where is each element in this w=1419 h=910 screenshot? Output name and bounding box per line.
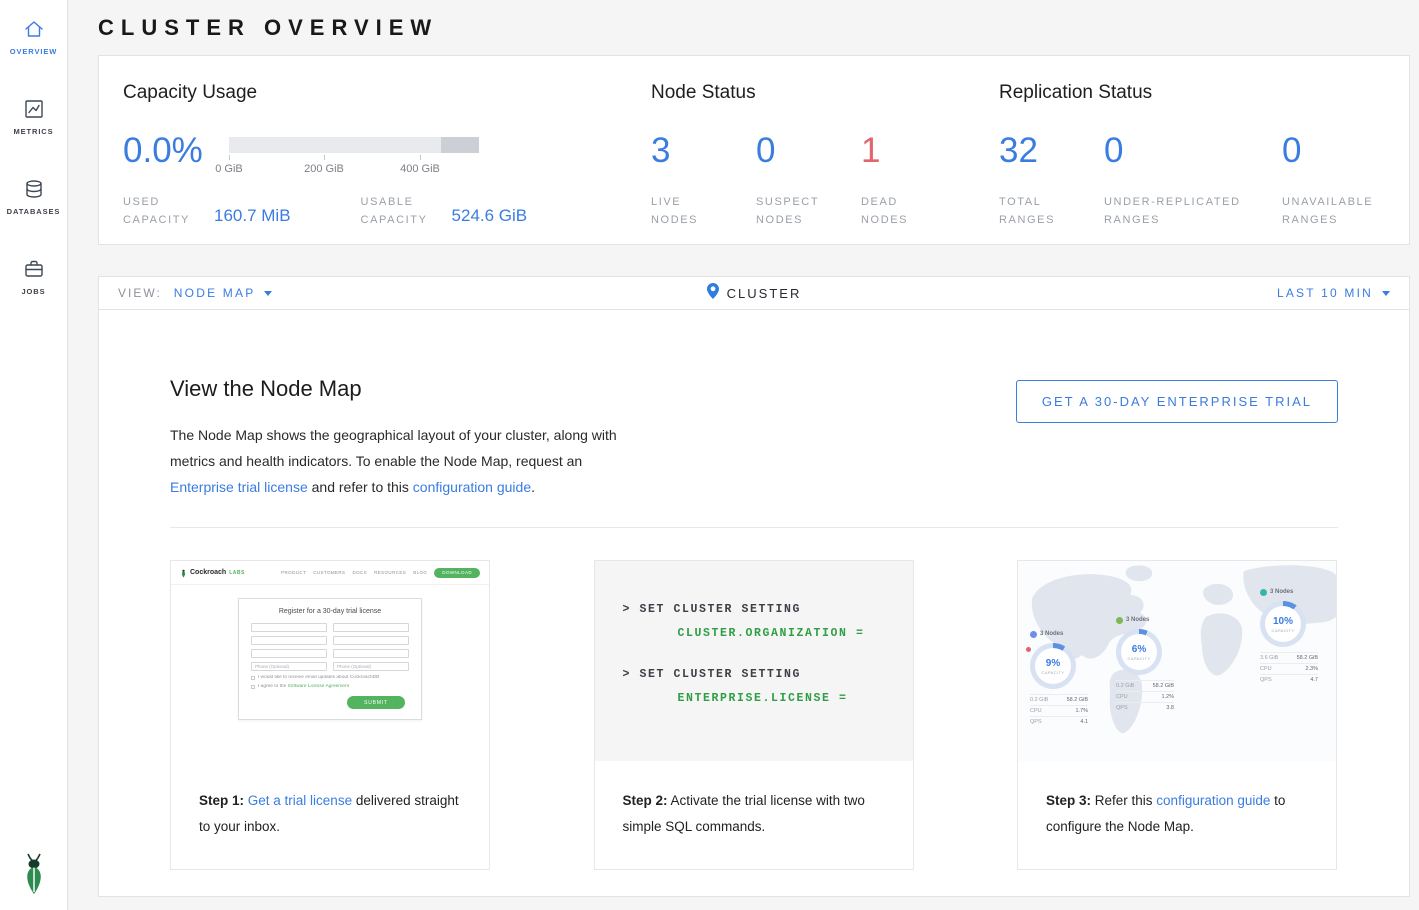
capacity-bar-track xyxy=(229,137,479,153)
used-capacity-label: USED CAPACITY xyxy=(123,196,190,226)
map-node-east: 3 Nodes 10%CAPACITY 3.6 GiB58.2 GiB CPU2… xyxy=(1260,589,1318,685)
section-title: Node Status xyxy=(651,82,966,104)
sidebar-item-label: DATABASES xyxy=(7,207,61,216)
node-stats: 0.2 GiB58.2 GiB CPU1.2% QPS3.8 xyxy=(1116,680,1174,713)
capacity-used-percent: 0.0% xyxy=(123,134,229,180)
capacity-bar-segment xyxy=(441,137,479,153)
node-stats: 3.6 GiB58.2 GiB CPU2.3% QPS4.7 xyxy=(1260,652,1318,685)
view-label: VIEW: xyxy=(118,286,162,300)
capacity-donut: 9%CAPACITY xyxy=(1030,643,1076,689)
map-node-central: 3 Nodes 6%CAPACITY 0.2 GiB58.2 GiB CPU1.… xyxy=(1116,617,1174,713)
metrics-icon xyxy=(23,98,45,120)
sql-prompt: > SET CLUSTER SETTING xyxy=(623,603,913,616)
dead-nodes-stat: 1 DEADNODES xyxy=(861,134,966,226)
node-dot xyxy=(1260,589,1267,596)
node-stats: 0.2 GiB58.2 GiB CPU1.7% QPS4.1 xyxy=(1030,694,1088,727)
node-dot xyxy=(1030,631,1037,638)
view-selector[interactable]: VIEW: NODE MAP xyxy=(118,286,272,300)
chevron-down-icon xyxy=(1382,291,1390,296)
sidebar-item-metrics[interactable]: METRICS xyxy=(0,77,67,157)
capacity-donut: 10%CAPACITY xyxy=(1260,601,1306,647)
tick-label: 0 GiB xyxy=(215,163,243,175)
map-node-west: 3 Nodes 9%CAPACITY 0.2 GiB58.2 GiB CPU1.… xyxy=(1030,631,1088,727)
screenshot-register-form: Register for a 30-day trial license Phon… xyxy=(238,598,422,720)
home-icon xyxy=(23,18,45,40)
step-3-card: 3 Nodes 9%CAPACITY 0.2 GiB58.2 GiB CPU1.… xyxy=(1017,560,1337,870)
enterprise-trial-button[interactable]: GET A 30-DAY ENTERPRISE TRIAL xyxy=(1016,380,1338,423)
replication-status-section: Replication Status 32 TOTALRANGES 0 UNDE… xyxy=(999,82,1387,226)
section-title: Replication Status xyxy=(999,82,1387,104)
node-map-description: The Node Map shows the geographical layo… xyxy=(170,422,632,500)
sidebar-item-jobs[interactable]: JOBS xyxy=(0,237,67,317)
screenshot-download-button: DOWNLOAD xyxy=(434,568,480,578)
sql-setting: ENTERPRISE.LICENSE = xyxy=(623,692,913,705)
step-2-card: > SET CLUSTER SETTING CLUSTER.ORGANIZATI… xyxy=(594,560,914,870)
sidebar-item-overview[interactable]: OVERVIEW xyxy=(0,0,67,77)
map-pin-icon xyxy=(707,283,719,304)
briefcase-icon xyxy=(23,258,45,280)
time-range-selector[interactable]: LAST 10 MIN xyxy=(1277,286,1390,300)
step-3-caption: Step 3: Refer this configuration guide t… xyxy=(1018,761,1336,840)
sql-code-block: > SET CLUSTER SETTING CLUSTER.ORGANIZATI… xyxy=(595,561,913,761)
capacity-axis: 0 GiB 200 GiB 400 GiB xyxy=(229,154,479,180)
sidebar-item-label: OVERVIEW xyxy=(10,47,58,56)
steps-row: Cockroach LABS PRODUCT CUSTOMERS DOCS RE… xyxy=(170,560,1337,870)
node-dot xyxy=(1116,617,1123,624)
node-map-card: View the Node Map The Node Map shows the… xyxy=(98,309,1410,897)
sidebar-item-label: METRICS xyxy=(13,127,53,136)
screenshot-nav: PRODUCT CUSTOMERS DOCS RESOURCES BLOG DO… xyxy=(281,568,480,578)
step-1-caption: Step 1: Get a trial license delivered st… xyxy=(171,761,489,840)
usable-capacity-value: 524.6 GiB xyxy=(452,206,528,226)
node-map-preview: 3 Nodes 9%CAPACITY 0.2 GiB58.2 GiB CPU1.… xyxy=(1018,561,1336,761)
sql-setting: CLUSTER.ORGANIZATION = xyxy=(623,627,913,640)
cluster-summary-card: Capacity Usage 0.0% 0 GiB 200 GiB 400 Gi… xyxy=(98,55,1410,245)
enterprise-trial-license-link[interactable]: Enterprise trial license xyxy=(170,479,308,495)
node-status-section: Node Status 3 LIVENODES 0 SUSPECTNODES 1… xyxy=(651,82,966,226)
capacity-donut: 6%CAPACITY xyxy=(1116,629,1162,675)
time-range-value: LAST 10 MIN xyxy=(1277,286,1373,300)
cluster-breadcrumb: CLUSTER xyxy=(99,277,1409,309)
database-icon xyxy=(23,178,45,200)
screenshot-submit-button: SUBMIT xyxy=(347,696,405,709)
total-ranges-stat: 32 TOTALRANGES xyxy=(999,134,1104,226)
cockroachdb-logo xyxy=(0,852,68,896)
page-title: CLUSTER OVERVIEW xyxy=(98,15,1419,41)
under-replicated-ranges-stat: 0 UNDER-REPLICATEDRANGES xyxy=(1104,134,1282,226)
chevron-down-icon xyxy=(264,291,272,296)
live-nodes-stat: 3 LIVENODES xyxy=(651,134,756,226)
capacity-usage-section: Capacity Usage 0.0% 0 GiB 200 GiB 400 Gi… xyxy=(123,82,633,226)
used-capacity-value: 160.7 MiB xyxy=(214,206,291,226)
get-trial-license-link[interactable]: Get a trial license xyxy=(248,793,352,808)
tick-label: 400 GiB xyxy=(400,163,440,175)
divider xyxy=(170,527,1338,528)
capacity-bar: 0 GiB 200 GiB 400 GiB xyxy=(229,137,479,180)
sidebar-item-databases[interactable]: DATABASES xyxy=(0,157,67,237)
screenshot-brand: Cockroach LABS xyxy=(180,568,245,578)
view-bar: VIEW: NODE MAP CLUSTER LAST 10 MIN xyxy=(98,276,1410,310)
sql-prompt: > SET CLUSTER SETTING xyxy=(623,668,913,681)
step-1-card: Cockroach LABS PRODUCT CUSTOMERS DOCS RE… xyxy=(170,560,490,870)
main-content: CLUSTER OVERVIEW Capacity Usage 0.0% 0 G… xyxy=(68,0,1419,910)
usable-capacity-label: USABLE CAPACITY xyxy=(361,196,428,226)
sidebar-item-label: JOBS xyxy=(21,287,45,296)
configuration-guide-link[interactable]: configuration guide xyxy=(413,479,531,495)
tick-label: 200 GiB xyxy=(304,163,344,175)
register-screenshot: Cockroach LABS PRODUCT CUSTOMERS DOCS RE… xyxy=(171,561,489,761)
section-title: Capacity Usage xyxy=(123,82,633,104)
sidebar: OVERVIEW METRICS DATABASES JOBS xyxy=(0,0,68,910)
cluster-label: CLUSTER xyxy=(727,286,802,301)
suspect-nodes-stat: 0 SUSPECTNODES xyxy=(756,134,861,226)
unavailable-ranges-stat: 0 UNAVAILABLERANGES xyxy=(1282,134,1387,226)
view-value: NODE MAP xyxy=(174,286,256,300)
configuration-guide-link[interactable]: configuration guide xyxy=(1156,793,1270,808)
step-2-caption: Step 2: Activate the trial license with … xyxy=(595,761,913,840)
